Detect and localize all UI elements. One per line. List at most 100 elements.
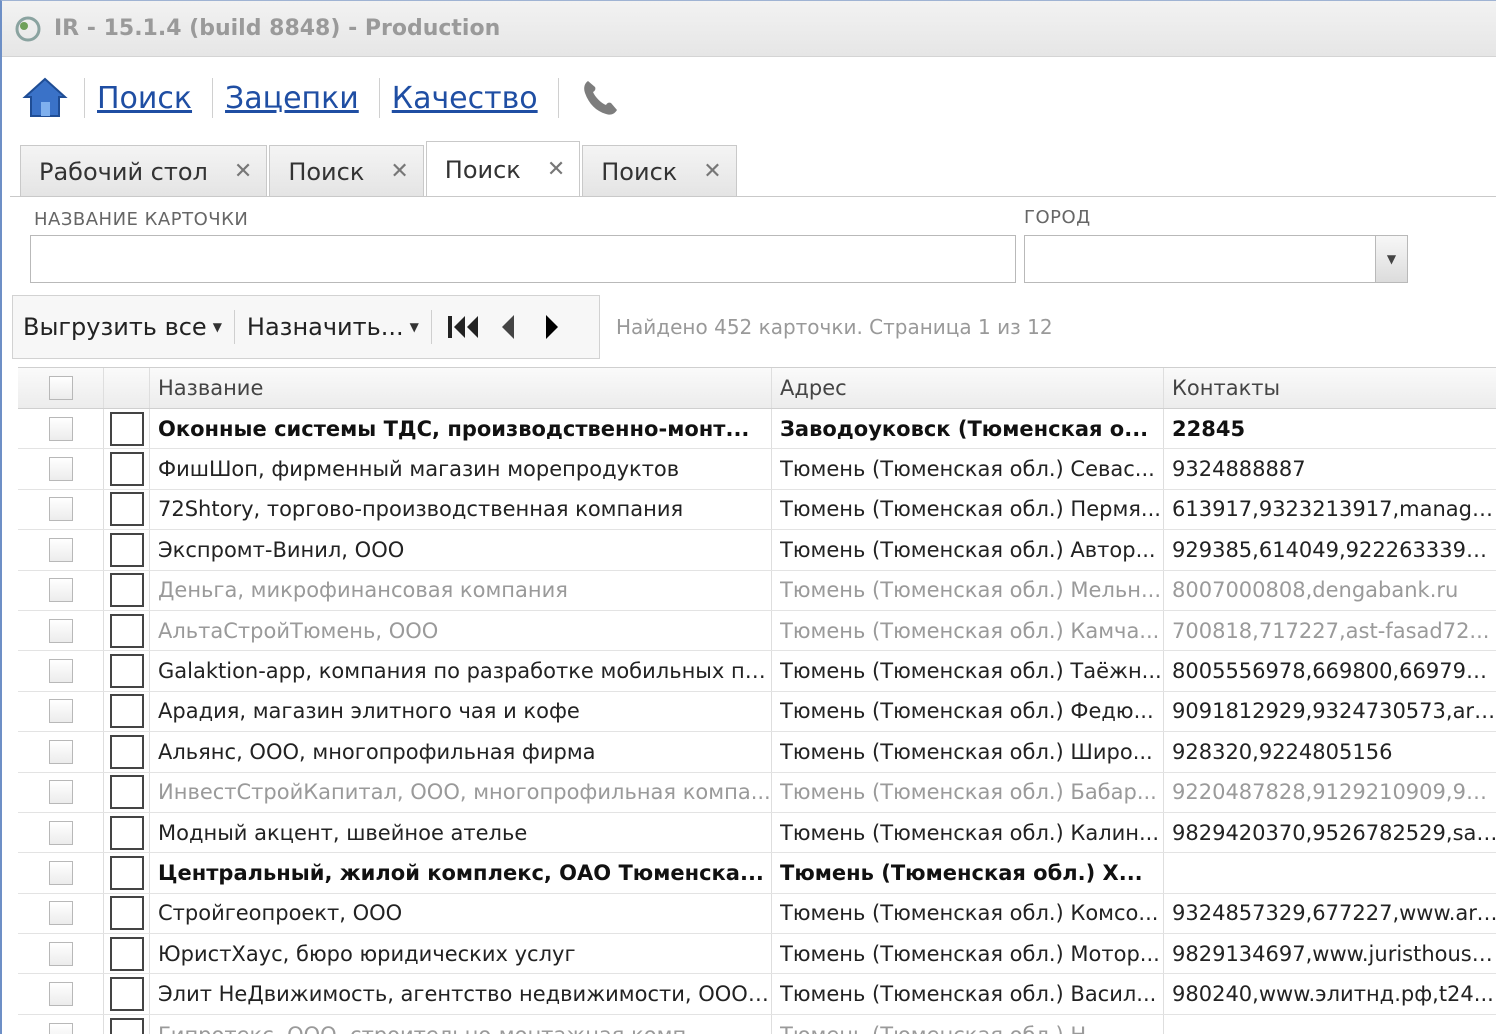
table-row[interactable]: Деньга, микрофинансовая компания Тюмень … — [18, 570, 1496, 611]
table-row[interactable]: Стройгеопроект, ООО Тюмень (Тюменская об… — [18, 893, 1496, 935]
nav-link-leads[interactable]: Зацепки — [219, 81, 365, 116]
address-cell: Тюмень (Тюменская обл.) Севас... — [772, 449, 1164, 489]
row-marker-checkbox[interactable] — [109, 815, 144, 850]
table-row[interactable]: Оконные системы ТДС, производственно-мон… — [18, 409, 1496, 450]
row-checkbox[interactable] — [48, 860, 73, 885]
table-row[interactable]: Экспромт-Винил, ООО Тюмень (Тюменская об… — [18, 530, 1496, 571]
row-marker-cell — [104, 974, 150, 1014]
nav-divider — [84, 78, 85, 118]
row-checkbox[interactable] — [48, 457, 73, 482]
row-checkbox[interactable] — [48, 1022, 73, 1034]
contacts-cell: 22845 — [1164, 409, 1496, 448]
row-marker-checkbox[interactable] — [109, 775, 144, 810]
tab-strip-border — [10, 196, 1496, 197]
row-marker-checkbox[interactable] — [109, 573, 144, 608]
row-marker-checkbox[interactable] — [109, 411, 144, 446]
close-icon[interactable]: ✕ — [234, 159, 252, 184]
row-marker-cell — [104, 449, 150, 489]
table-row[interactable]: ЮристХаус, бюро юридических услуг Тюмень… — [18, 934, 1496, 975]
nav-link-search[interactable]: Поиск — [91, 81, 198, 116]
table-row[interactable]: Центральный, жилой комплекс, ОАО Тюменск… — [18, 853, 1496, 894]
row-checkbox[interactable] — [48, 497, 73, 522]
contacts-cell: 9829134697,www.juristhouse... — [1164, 934, 1496, 973]
column-header-contacts[interactable]: Контакты — [1164, 368, 1496, 408]
table-row[interactable]: Альянс, ООО, многопрофильная фирма Тюмен… — [18, 732, 1496, 773]
top-navigation: Поиск Зацепки Качество — [2, 61, 1496, 135]
row-checkbox[interactable] — [48, 901, 73, 926]
row-marker-checkbox[interactable] — [109, 977, 144, 1012]
row-marker-checkbox[interactable] — [109, 855, 144, 890]
row-marker-checkbox[interactable] — [109, 734, 144, 769]
row-marker-checkbox[interactable] — [109, 694, 144, 729]
assign-button[interactable]: Назначить... ▼ — [247, 313, 419, 341]
table-row[interactable]: Модный акцент, швейное ателье Тюмень (Тю… — [18, 812, 1496, 854]
nav-divider — [212, 78, 214, 118]
contacts-cell — [1164, 853, 1496, 892]
address-cell: Тюмень (Тюменская обл.) Н... — [772, 1014, 1164, 1034]
card-name-input[interactable] — [30, 235, 1016, 283]
name-cell: ФишШоп, фирменный магазин морепродуктов — [150, 449, 772, 489]
city-select[interactable]: ▼ — [1024, 235, 1408, 283]
previous-page-icon[interactable] — [488, 307, 528, 347]
row-marker-checkbox[interactable] — [109, 452, 144, 487]
row-checkbox[interactable] — [48, 578, 73, 603]
house-icon[interactable] — [20, 73, 70, 123]
close-icon[interactable]: ✕ — [703, 159, 721, 184]
table-row[interactable]: Элит НеДвижимость, агентство недвижимост… — [18, 974, 1496, 1015]
table-row[interactable]: 72Shtory, торгово-производственная компа… — [18, 489, 1496, 531]
first-page-icon[interactable] — [444, 307, 484, 347]
row-checkbox[interactable] — [48, 416, 73, 441]
table-row[interactable]: Гипротекс, ООО, строительно-монтажная ко… — [18, 1014, 1496, 1034]
address-cell: Тюмень (Тюменская обл.) Широ... — [772, 732, 1164, 772]
export-all-button[interactable]: Выгрузить все ▼ — [23, 313, 222, 341]
row-checkbox[interactable] — [48, 820, 73, 845]
table-body: Оконные системы ТДС, производственно-мон… — [18, 409, 1496, 1034]
tab-search-2[interactable]: Поиск ✕ — [425, 141, 581, 197]
row-marker-checkbox[interactable] — [109, 1017, 144, 1034]
caret-down-icon: ▼ — [409, 320, 419, 334]
row-checkbox[interactable] — [48, 659, 73, 684]
column-header-name[interactable]: Название — [150, 368, 772, 408]
name-cell: Центральный, жилой комплекс, ОАО Тюменск… — [150, 853, 772, 893]
select-all-checkbox[interactable] — [48, 376, 73, 400]
row-marker-checkbox[interactable] — [109, 936, 144, 971]
tab-search-1[interactable]: Поиск ✕ — [269, 145, 424, 197]
table-row[interactable]: ИнвестСтройКапитал, ООО, многопрофильная… — [18, 772, 1496, 813]
address-cell: Тюмень (Тюменская обл.) Федю... — [772, 691, 1164, 732]
tab-search-3[interactable]: Поиск ✕ — [582, 145, 737, 197]
row-checkbox[interactable] — [48, 941, 73, 966]
close-icon[interactable]: ✕ — [390, 159, 408, 184]
phone-icon[interactable] — [575, 73, 625, 123]
row-marker-checkbox[interactable] — [109, 492, 144, 527]
table-row[interactable]: Galaktion-app, компания по разработке мо… — [18, 651, 1496, 692]
close-icon[interactable]: ✕ — [547, 157, 565, 182]
row-marker-cell — [104, 651, 150, 691]
row-marker-checkbox[interactable] — [109, 896, 144, 931]
row-checkbox[interactable] — [48, 982, 73, 1007]
row-checkbox[interactable] — [48, 780, 73, 805]
row-marker-checkbox[interactable] — [109, 532, 144, 567]
table-row[interactable]: ФишШоп, фирменный магазин морепродуктов … — [18, 449, 1496, 490]
table-row[interactable]: Арадия, магазин элитного чая и кофе Тюме… — [18, 691, 1496, 733]
row-checkbox[interactable] — [48, 739, 73, 764]
row-marker-cell — [104, 530, 150, 570]
contacts-cell: 9220487828,9129210909,936... — [1164, 773, 1496, 812]
row-checkbox[interactable] — [48, 699, 73, 724]
column-header-address[interactable]: Адрес — [772, 368, 1164, 408]
next-page-icon[interactable] — [532, 307, 572, 347]
nav-link-quality[interactable]: Качество — [386, 81, 544, 116]
header-marker-cell — [104, 368, 150, 408]
row-marker-checkbox[interactable] — [109, 654, 144, 689]
row-marker-checkbox[interactable] — [109, 613, 144, 648]
row-marker-cell — [104, 409, 150, 449]
tab-desktop[interactable]: Рабочий стол ✕ — [20, 145, 268, 197]
name-cell: Galaktion-app, компания по разработке мо… — [150, 651, 772, 691]
company-address: Тюмень (Тюменская обл.) Н... — [780, 1023, 1163, 1034]
app-logo-icon — [12, 13, 44, 45]
company-contacts: 980240,www.элитнд.рф,t24... — [1172, 982, 1494, 1007]
row-checkbox[interactable] — [48, 618, 73, 643]
table-header: Название Адрес Контакты — [18, 367, 1496, 409]
table-row[interactable]: АльтаСтройТюмень, ООО Тюмень (Тюменская … — [18, 610, 1496, 652]
row-checkbox[interactable] — [48, 537, 73, 562]
chevron-down-icon[interactable]: ▼ — [1375, 236, 1407, 282]
